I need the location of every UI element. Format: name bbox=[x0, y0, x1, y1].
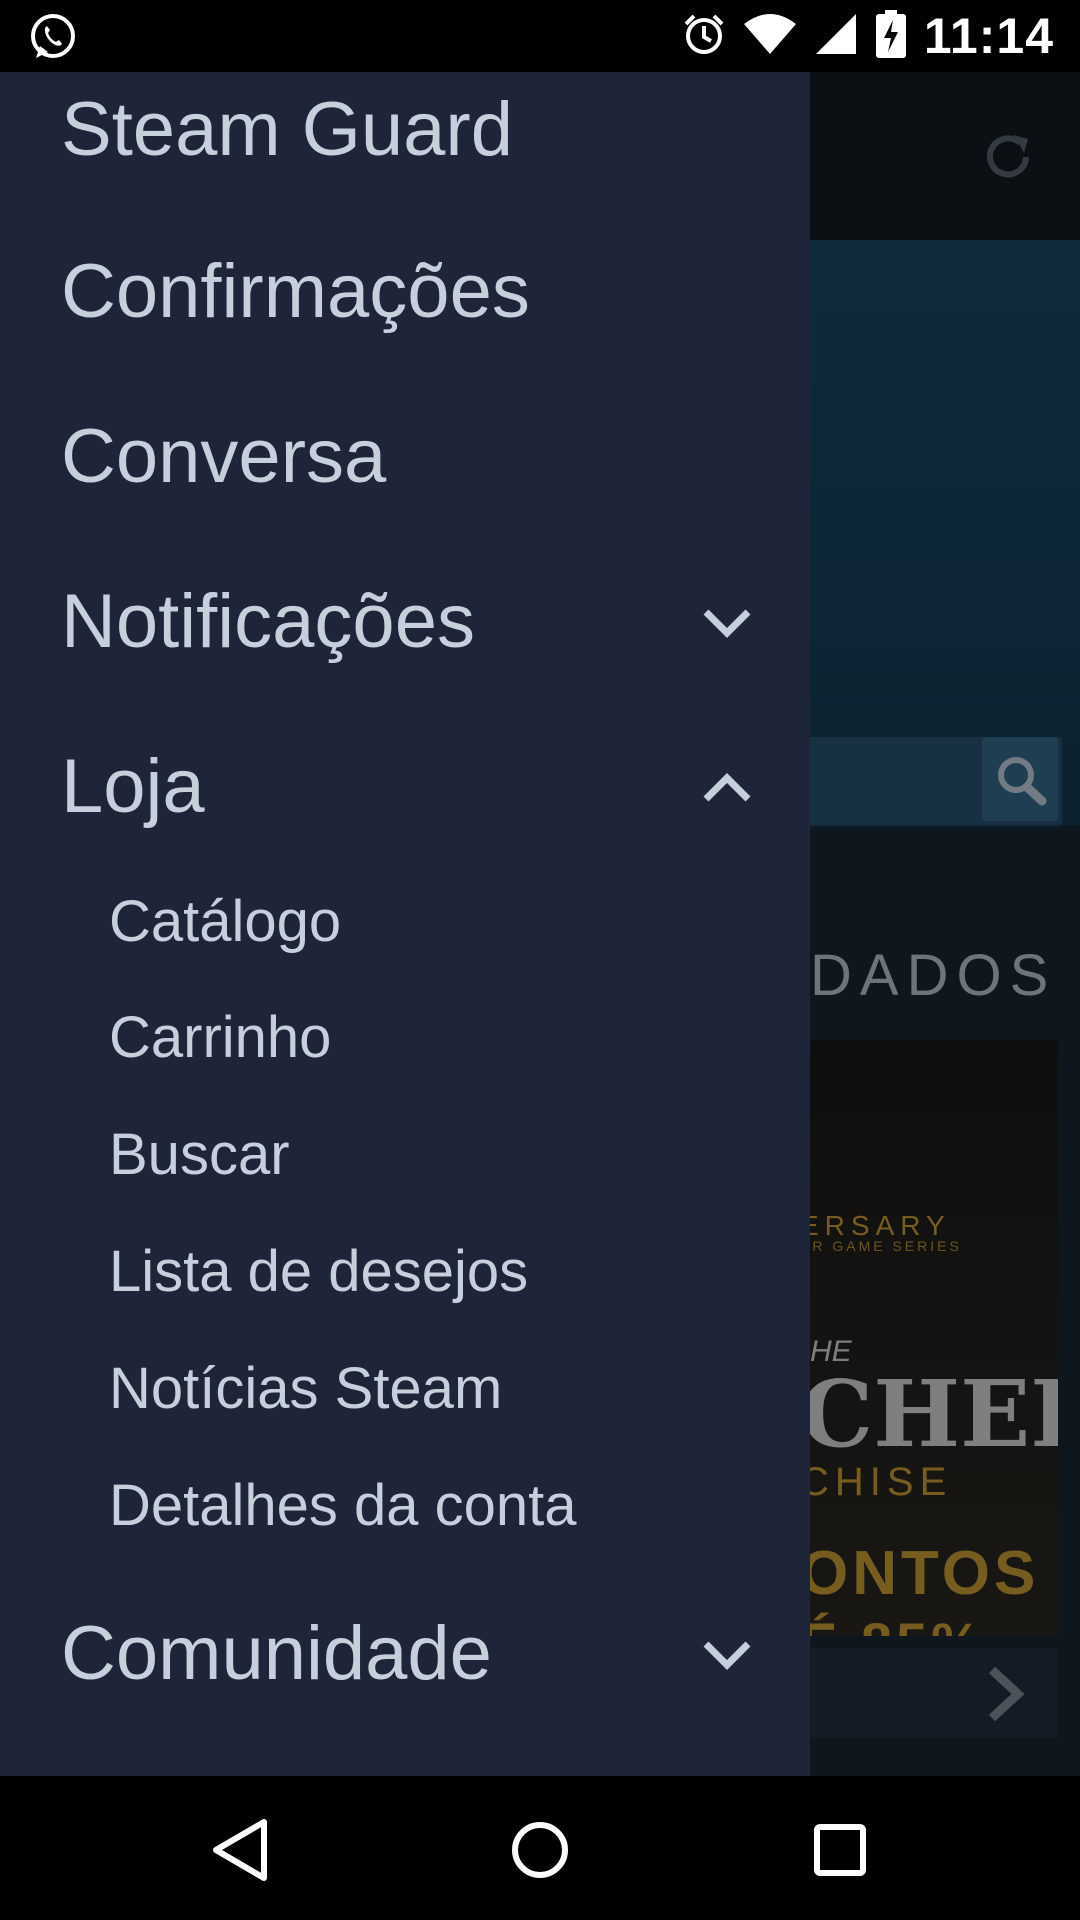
recents-icon[interactable] bbox=[800, 1810, 880, 1890]
menu-item-notificacoes[interactable]: Notificações bbox=[0, 534, 810, 694]
chevron-down-icon[interactable] bbox=[702, 1638, 752, 1672]
menu-item-label: Notificações bbox=[61, 579, 475, 664]
submenu-item-noticias-steam[interactable]: Notícias Steam bbox=[0, 1335, 810, 1451]
back-icon[interactable] bbox=[200, 1810, 280, 1890]
whatsapp-icon bbox=[28, 12, 78, 62]
submenu-item-label: Carrinho bbox=[109, 1005, 332, 1070]
menu-item-loja[interactable]: Loja bbox=[0, 699, 810, 859]
menu-item-label: Steam Guard bbox=[61, 87, 513, 172]
menu-item-conversa[interactable]: Conversa bbox=[0, 369, 810, 529]
menu-item-label: Conversa bbox=[61, 414, 387, 499]
status-time: 11:14 bbox=[923, 8, 1054, 64]
menu-item-label: Comunidade bbox=[61, 1611, 492, 1696]
submenu-item-label: Detalhes da conta bbox=[109, 1473, 577, 1538]
submenu-item-label: Notícias Steam bbox=[109, 1356, 503, 1421]
submenu-item-label: Buscar bbox=[109, 1122, 290, 1187]
menu-item-label: Confirmações bbox=[61, 249, 530, 334]
menu-item-steam-guard[interactable]: Steam Guard bbox=[0, 72, 810, 202]
submenu-item-lista-de-desejos[interactable]: Lista de desejos bbox=[0, 1218, 810, 1334]
status-bar: 11:14 bbox=[0, 0, 1080, 72]
submenu-item-label: Lista de desejos bbox=[109, 1239, 529, 1304]
battery-charging-icon bbox=[875, 9, 906, 63]
submenu-item-buscar[interactable]: Buscar bbox=[0, 1101, 810, 1217]
submenu-item-label: Catálogo bbox=[109, 889, 342, 954]
signal-icon bbox=[814, 12, 858, 61]
menu-item-confirmacoes[interactable]: Confirmações bbox=[0, 204, 810, 364]
alarm-icon bbox=[682, 12, 726, 61]
chevron-down-icon[interactable] bbox=[702, 606, 752, 640]
submenu-item-catalogo[interactable]: Catálogo bbox=[0, 868, 810, 984]
menu-item-comunidade[interactable]: Comunidade bbox=[0, 1566, 810, 1726]
navigation-drawer: Steam Guard Confirmações Conversa Notifi… bbox=[0, 72, 810, 1776]
submenu-item-detalhes-da-conta[interactable]: Detalhes da conta bbox=[0, 1452, 810, 1568]
submenu-item-carrinho[interactable]: Carrinho bbox=[0, 984, 810, 1100]
chevron-up-icon[interactable] bbox=[702, 771, 752, 805]
system-nav-bar bbox=[0, 1776, 1080, 1920]
home-icon[interactable] bbox=[500, 1810, 580, 1890]
menu-item-label: Loja bbox=[61, 744, 205, 829]
wifi-icon bbox=[743, 12, 796, 61]
